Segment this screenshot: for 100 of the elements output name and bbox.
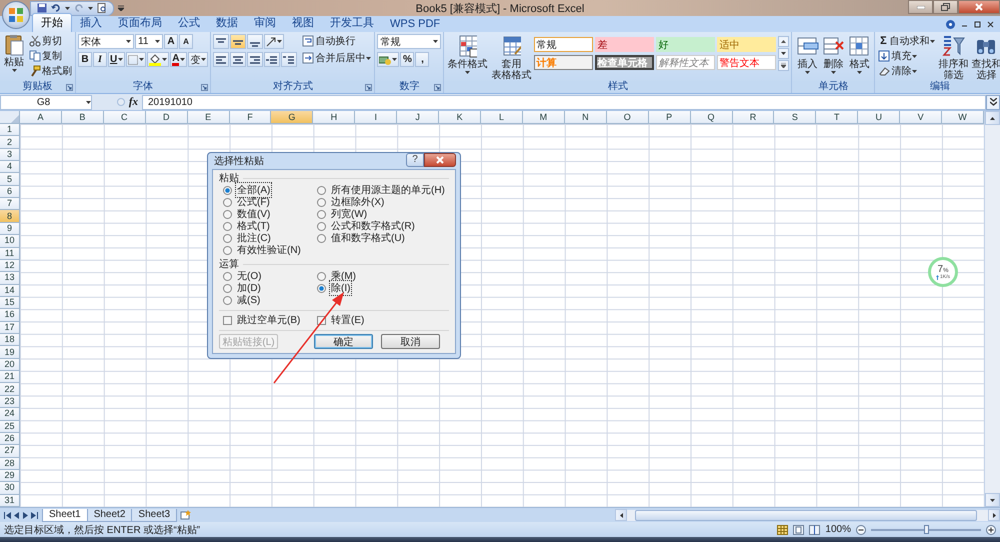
more-button[interactable] [778, 60, 790, 71]
ribbon-tab[interactable]: 页面布局 [110, 14, 170, 32]
phonetic-button[interactable]: 变 [188, 52, 208, 67]
grow-font-button[interactable]: A [164, 34, 178, 49]
undo-icon[interactable] [51, 3, 61, 13]
restore-icon[interactable] [974, 21, 981, 28]
restore-button[interactable] [933, 0, 958, 14]
radio-button[interactable] [223, 234, 232, 242]
scroll-left-button[interactable] [615, 509, 627, 521]
radio-button[interactable] [317, 210, 326, 218]
column-header[interactable]: G [271, 111, 314, 124]
print-preview-icon[interactable] [97, 3, 107, 13]
column-header[interactable]: F [230, 111, 272, 124]
column-header[interactable]: O [606, 111, 649, 124]
row-header[interactable]: 31 [0, 494, 20, 507]
row-header[interactable]: 9 [0, 222, 20, 236]
column-header[interactable]: E [188, 111, 230, 124]
column-header[interactable]: U [858, 111, 900, 124]
row-header[interactable]: 17 [0, 322, 20, 334]
scroll-down-button[interactable] [985, 493, 1000, 507]
row-header[interactable]: 19 [0, 346, 20, 359]
new-sheet-icon[interactable] [180, 510, 192, 520]
row-header[interactable]: 8 [0, 210, 20, 223]
row-header[interactable]: 14 [0, 284, 20, 297]
minimize-button[interactable] [908, 0, 933, 14]
row-header[interactable]: 3 [0, 148, 20, 162]
option-label[interactable]: 转置(E) [329, 312, 366, 328]
radio-button[interactable] [317, 186, 326, 194]
dialog-button[interactable]: 确定 [314, 334, 373, 349]
editing-button[interactable]: Σ 自动求和 [877, 34, 936, 48]
cell-style[interactable]: 解释性文本 [656, 55, 716, 70]
dialog-launcher-icon[interactable] [66, 84, 73, 90]
decrease-indent-button[interactable] [264, 52, 280, 67]
sheet-tab[interactable]: Sheet1 [42, 508, 88, 522]
sheet-tab[interactable]: Sheet2 [86, 508, 132, 522]
cell-style[interactable]: 常规 [534, 37, 594, 52]
ribbon-tab[interactable]: WPS PDF [382, 17, 448, 32]
radio-button[interactable] [223, 222, 232, 230]
column-header[interactable]: D [146, 111, 188, 124]
save-icon[interactable] [37, 3, 47, 13]
column-header[interactable]: L [481, 111, 523, 124]
ribbon-tab[interactable]: 视图 [284, 14, 322, 32]
radio-button[interactable] [223, 210, 232, 218]
cell-style[interactable]: 差 [595, 37, 654, 52]
ribbon-tab[interactable]: 公式 [170, 14, 208, 32]
expand-button[interactable] [986, 94, 1000, 110]
row-header[interactable]: 16 [0, 309, 20, 322]
checkbox[interactable] [223, 316, 232, 324]
fill-color-button[interactable] [147, 52, 170, 67]
radio-button[interactable] [223, 296, 232, 304]
font-size-field[interactable]: 11 [135, 34, 163, 49]
ribbon-tab[interactable]: 插入 [72, 14, 110, 32]
dialog-button[interactable]: 取消 [381, 334, 440, 349]
zoom-in-icon[interactable] [986, 524, 996, 534]
ribbon-tab[interactable]: 开发工具 [322, 14, 382, 32]
ribbon-tab[interactable]: 数据 [208, 14, 246, 32]
align-left-button[interactable] [213, 52, 230, 67]
font-name-field[interactable]: 宋体 [78, 34, 134, 49]
scrollbar-thumb[interactable] [635, 510, 977, 520]
paste-button[interactable]: 粘贴 [2, 34, 26, 72]
normal-view-icon[interactable] [777, 524, 788, 534]
cell-style[interactable]: 好 [656, 37, 716, 52]
help-button[interactable]: ? [406, 152, 424, 166]
radio-button[interactable] [317, 198, 326, 206]
dialog-launcher-icon[interactable] [434, 84, 442, 90]
nav-arrow-icon[interactable] [4, 512, 11, 518]
row-header[interactable]: 5 [0, 173, 20, 186]
help-icon[interactable] [946, 20, 955, 29]
row-header[interactable]: 25 [0, 420, 20, 433]
radio-button[interactable] [317, 284, 326, 292]
row-header[interactable]: 20 [0, 358, 20, 372]
row-header[interactable]: 12 [0, 260, 20, 272]
row-header[interactable]: 13 [0, 272, 20, 285]
row-header[interactable]: 4 [0, 161, 20, 174]
page-layout-icon[interactable] [793, 524, 804, 534]
merge-center-button[interactable]: 合并后居中 [301, 51, 372, 65]
border-button[interactable] [126, 52, 146, 67]
slider-thumb[interactable] [924, 524, 929, 534]
row-header[interactable]: 23 [0, 396, 20, 408]
customize-icon[interactable] [118, 5, 124, 11]
center-button[interactable] [230, 52, 246, 67]
column-header[interactable]: Q [690, 111, 733, 124]
conditional-format-button[interactable]: 条件格式 [446, 34, 488, 74]
radio-button[interactable] [223, 284, 232, 292]
option-label[interactable]: 全部(A) [235, 182, 272, 198]
row-header[interactable]: 28 [0, 458, 20, 470]
shrink-font-button[interactable]: A [179, 34, 193, 49]
italic-button[interactable]: I [93, 52, 107, 67]
radio-button[interactable] [223, 272, 232, 280]
column-header[interactable]: T [816, 111, 858, 124]
row-header[interactable]: 30 [0, 482, 20, 495]
column-header[interactable]: I [355, 111, 398, 124]
align-right-button[interactable] [247, 52, 264, 67]
underline-button[interactable]: U [108, 52, 126, 67]
wrap-text-button[interactable]: 自动换行 [301, 34, 372, 48]
row-header[interactable]: 7 [0, 198, 20, 210]
row-header[interactable]: 1 [0, 124, 20, 136]
column-header[interactable]: R [732, 111, 774, 124]
accounting-button[interactable] [377, 52, 400, 67]
scroll-right-button[interactable] [988, 509, 1000, 521]
